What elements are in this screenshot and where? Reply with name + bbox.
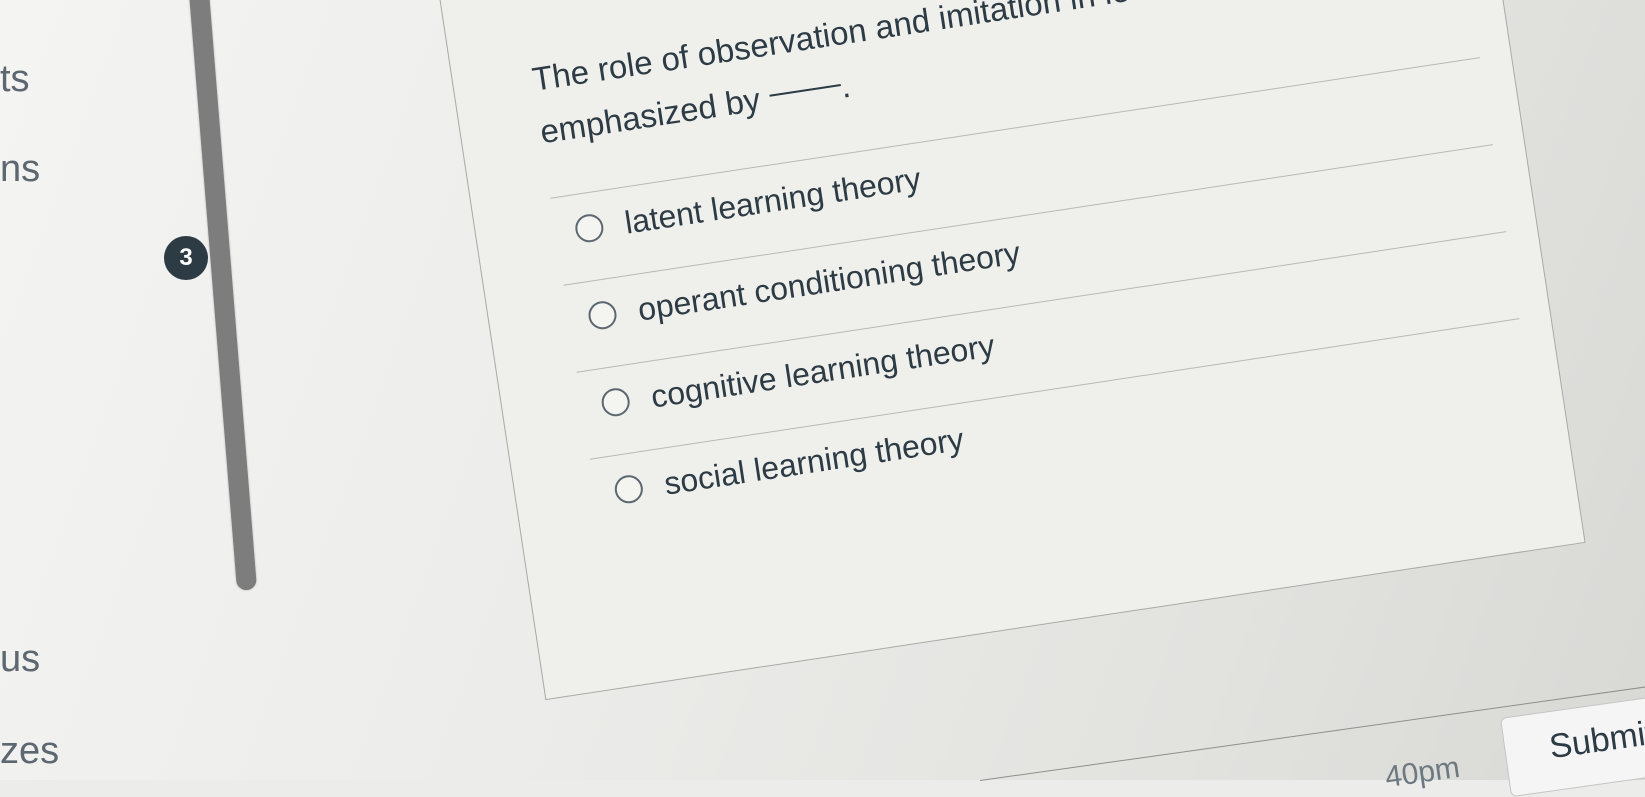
radio-button[interactable] bbox=[599, 386, 632, 419]
sidebar-item-fragment[interactable]: ns bbox=[0, 148, 40, 191]
question-period: . bbox=[838, 66, 853, 105]
question-number-badge: 3 bbox=[164, 236, 208, 280]
answer-blank bbox=[769, 84, 841, 98]
radio-button[interactable] bbox=[612, 473, 645, 506]
sidebar-item-fragment[interactable]: zes bbox=[0, 730, 59, 773]
radio-button[interactable] bbox=[573, 212, 606, 245]
radio-button[interactable] bbox=[586, 299, 619, 332]
sidebar-item-fragment[interactable]: ts bbox=[0, 58, 30, 101]
submit-button-label: Submit bbox=[1546, 713, 1645, 767]
sidebar-item-fragment[interactable]: us bbox=[0, 638, 40, 681]
